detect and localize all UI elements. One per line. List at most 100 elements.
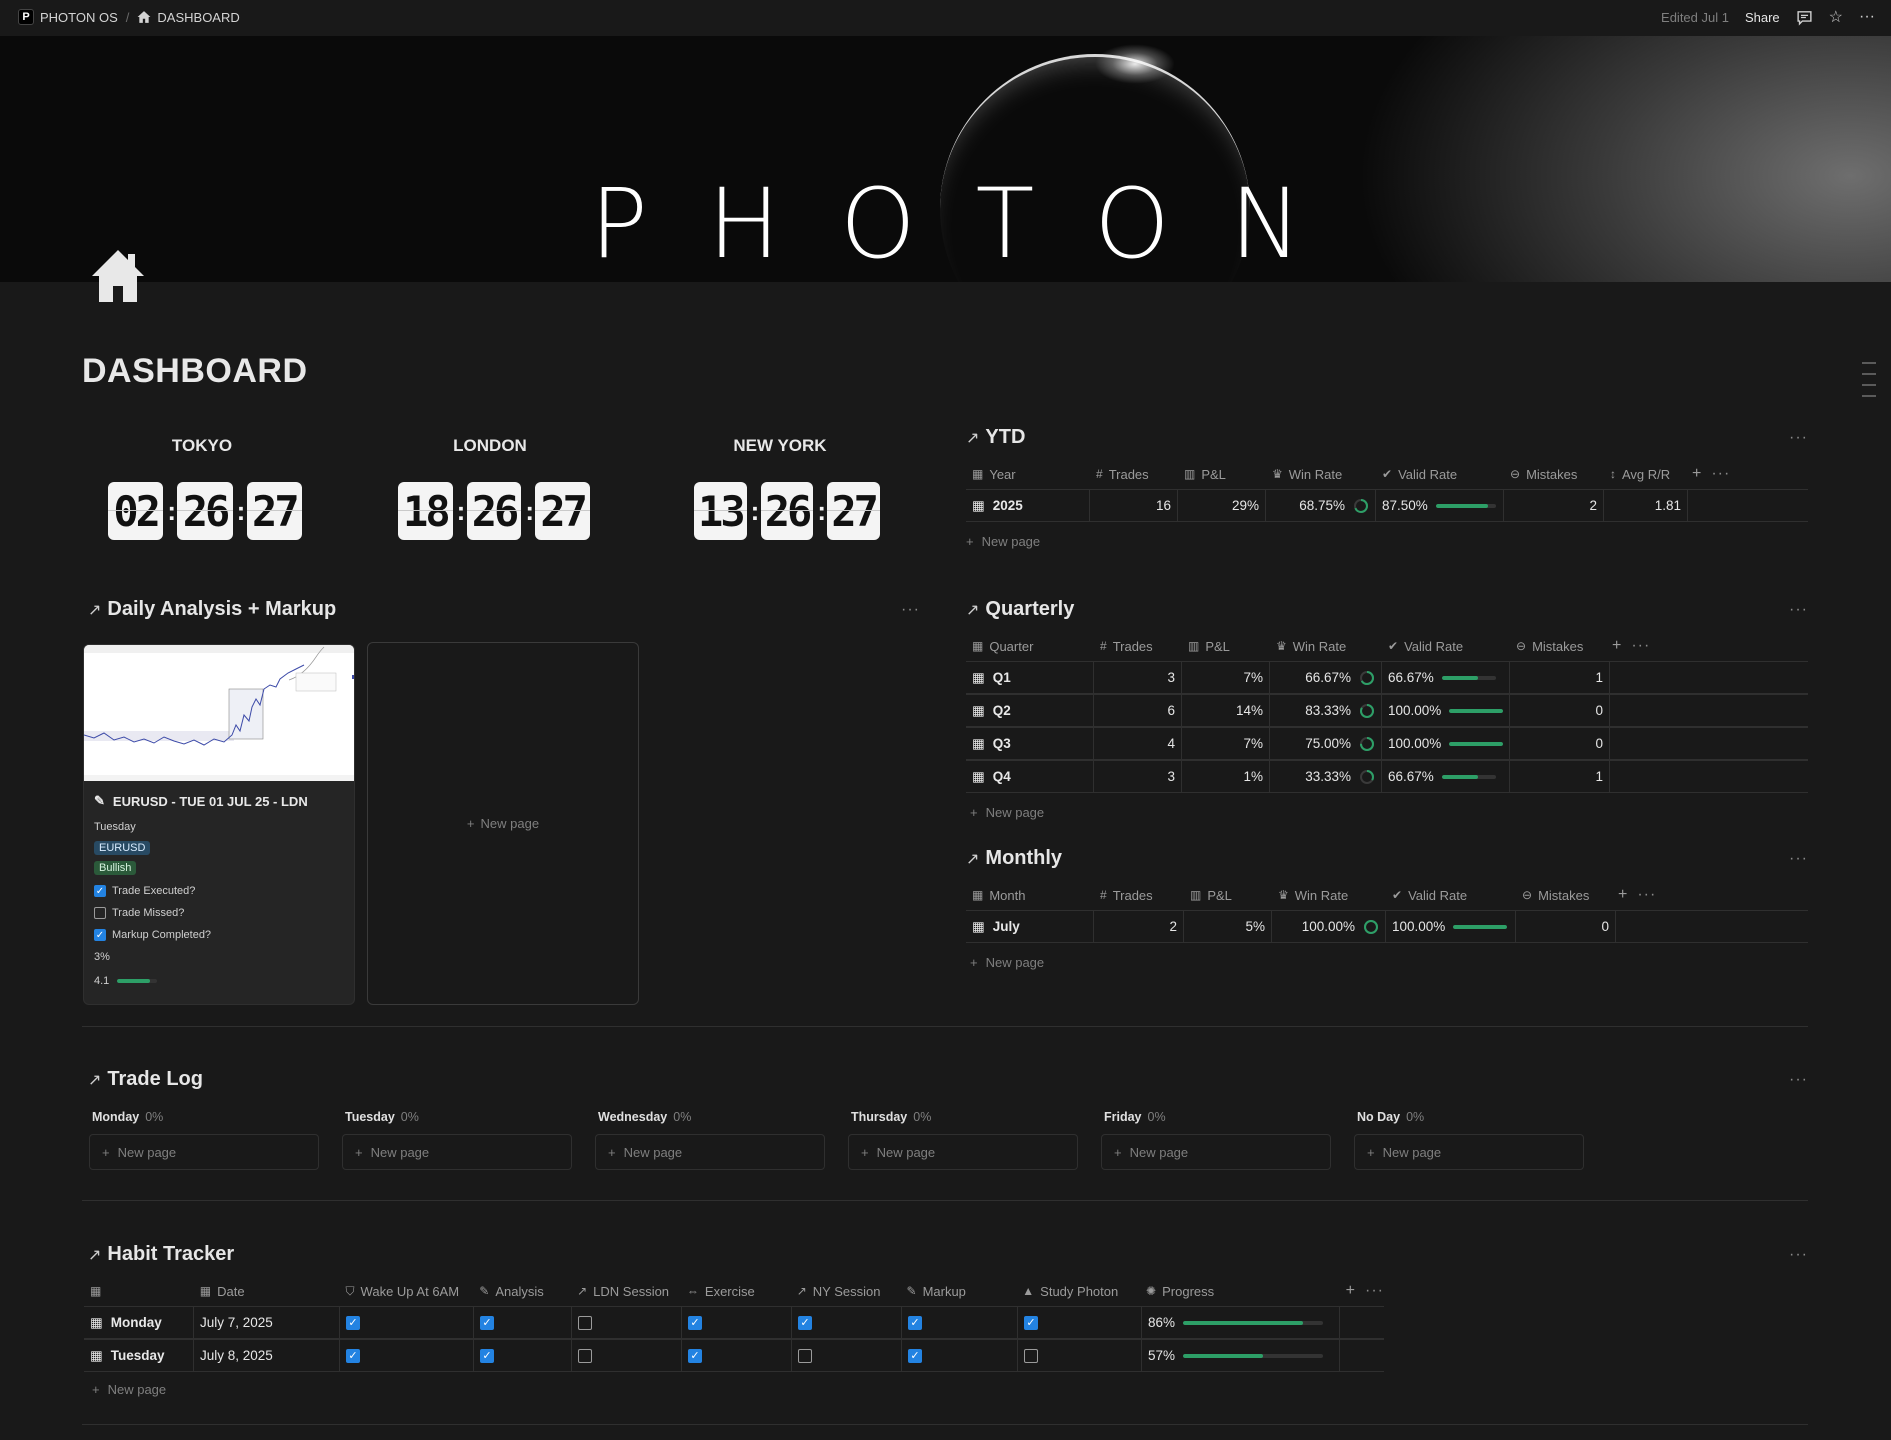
col-header[interactable]: ♛ Win Rate xyxy=(1270,639,1382,654)
breadcrumb-workspace[interactable]: P PHOTON OS xyxy=(18,9,118,25)
col-header[interactable]: ✔ Valid Rate xyxy=(1376,467,1504,482)
checkbox-checked-icon[interactable]: ✓ xyxy=(908,1348,922,1363)
add-column-icon[interactable]: + xyxy=(1612,637,1621,655)
col-header[interactable]: ▦ Quarter xyxy=(966,639,1094,654)
col-header[interactable]: ✎ Analysis xyxy=(473,1284,571,1299)
monthly-title[interactable]: ↗ Monthly xyxy=(966,847,1062,870)
habit-checkbox-cell[interactable]: ✓ xyxy=(792,1307,902,1338)
col-header[interactable]: ✔ Valid Rate xyxy=(1386,888,1516,903)
checkbox-unchecked-icon[interactable] xyxy=(798,1348,812,1363)
checkbox-unchecked-icon[interactable] xyxy=(578,1348,592,1363)
table-options-icon[interactable]: ··· xyxy=(1365,1282,1384,1300)
col-header[interactable]: ✎ Markup xyxy=(901,1284,1017,1299)
col-header[interactable]: ⊖ Mistakes xyxy=(1504,467,1604,482)
table-row[interactable]: ▦ Q3 4 7% 75.00% 100.00% 0 xyxy=(966,727,1808,760)
habit-checkbox-cell[interactable]: ✓ xyxy=(902,1307,1018,1338)
col-header[interactable]: # Trades xyxy=(1094,639,1182,654)
new-card-button[interactable]: + New page xyxy=(367,642,639,1005)
col-header[interactable]: ▥ P&L xyxy=(1184,888,1272,903)
col-header[interactable]: ↗ NY Session xyxy=(791,1284,901,1299)
col-header[interactable]: ▥ P&L xyxy=(1182,639,1270,654)
table-row[interactable]: ▦ Monday July 7, 2025 ✓ ✓ ✓ ✓ ✓ ✓ 86% xyxy=(84,1306,1384,1339)
new-page-button[interactable]: + New page xyxy=(1101,1134,1331,1170)
monthly-more-icon[interactable]: ··· xyxy=(1789,850,1808,868)
habit-checkbox-cell[interactable]: ✓ xyxy=(902,1340,1018,1371)
ytd-title[interactable]: ↗ YTD xyxy=(966,426,1025,449)
habit-more-icon[interactable]: ··· xyxy=(1789,1246,1808,1264)
gallery-card[interactable]: ✎ EURUSD - TUE 01 JUL 25 - LDN Tuesday E… xyxy=(83,644,355,1005)
habit-checkbox-cell[interactable] xyxy=(572,1307,682,1338)
checkbox-unchecked-icon[interactable] xyxy=(1024,1348,1038,1363)
new-page-button[interactable]: + New page xyxy=(970,805,1808,820)
habit-checkbox-cell[interactable]: ✓ xyxy=(340,1307,474,1338)
col-header[interactable]: ↕ Avg R/R xyxy=(1604,467,1688,482)
tradelog-more-icon[interactable]: ··· xyxy=(1789,1071,1808,1089)
col-header[interactable]: ♛ Win Rate xyxy=(1266,467,1376,482)
checkbox-checked-icon[interactable]: ✓ xyxy=(1024,1315,1038,1330)
quarterly-more-icon[interactable]: ··· xyxy=(1789,601,1808,619)
habit-checkbox-cell[interactable]: ✓ xyxy=(474,1307,572,1338)
table-row[interactable]: ▦ July 2 5% 100.00% 100.00% 0 xyxy=(966,910,1808,943)
new-page-button[interactable]: + New page xyxy=(970,955,1808,970)
col-header[interactable]: ✺ Progress xyxy=(1140,1284,1338,1299)
new-page-button[interactable]: + New page xyxy=(966,534,1808,549)
checkbox-checked-icon[interactable]: ✓ xyxy=(908,1315,922,1330)
board-column-header[interactable]: Wednesday 0% xyxy=(595,1110,848,1124)
daily-title[interactable]: ↗ Daily Analysis + Markup xyxy=(88,598,336,621)
col-header[interactable]: ▥ P&L xyxy=(1178,467,1266,482)
checkbox-checked-icon[interactable]: ✓ xyxy=(480,1348,494,1363)
habit-checkbox-cell[interactable]: ✓ xyxy=(474,1340,572,1371)
col-header[interactable]: ⊖ Mistakes xyxy=(1516,888,1616,903)
quarterly-title[interactable]: ↗ Quarterly xyxy=(966,598,1074,621)
habit-checkbox-cell[interactable]: ✓ xyxy=(682,1307,792,1338)
col-header[interactable]: ⇔ Exercise xyxy=(681,1284,791,1299)
table-row[interactable]: ▦ Q1 3 7% 66.67% 66.67% 1 xyxy=(966,661,1808,694)
checkbox-trade-executed[interactable]: ✓ Trade Executed? xyxy=(94,885,344,897)
share-button[interactable]: Share xyxy=(1745,10,1780,25)
ytd-more-icon[interactable]: ··· xyxy=(1789,429,1808,447)
checkbox-checked-icon[interactable]: ✓ xyxy=(346,1315,360,1330)
habit-checkbox-cell[interactable] xyxy=(572,1340,682,1371)
table-row[interactable]: ▦ Tuesday July 8, 2025 ✓ ✓ ✓ ✓ 57% xyxy=(84,1339,1384,1372)
new-page-button[interactable]: + New page xyxy=(848,1134,1078,1170)
comment-icon[interactable] xyxy=(1796,9,1813,26)
board-column-header[interactable]: Monday 0% xyxy=(89,1110,342,1124)
col-header[interactable]: # Trades xyxy=(1094,888,1184,903)
col-header[interactable]: ✔ Valid Rate xyxy=(1382,639,1510,654)
add-column-icon[interactable]: + xyxy=(1692,465,1701,483)
table-row[interactable]: ▦ Q2 6 14% 83.33% 100.00% 0 xyxy=(966,694,1808,727)
checkbox-trade-missed[interactable]: Trade Missed? xyxy=(94,907,344,919)
checkbox-unchecked-icon[interactable] xyxy=(578,1315,592,1330)
habit-checkbox-cell[interactable]: ✓ xyxy=(340,1340,474,1371)
checkbox-markup-completed[interactable]: ✓ Markup Completed? xyxy=(94,929,344,941)
checkbox-checked-icon[interactable]: ✓ xyxy=(480,1315,494,1330)
tradelog-title[interactable]: ↗ Trade Log xyxy=(88,1068,203,1091)
breadcrumb-page[interactable]: DASHBOARD xyxy=(137,10,240,25)
checkbox-checked-icon[interactable]: ✓ xyxy=(688,1348,702,1363)
star-icon[interactable]: ☆ xyxy=(1829,7,1843,27)
new-page-button[interactable]: + New page xyxy=(1354,1134,1584,1170)
outline-indicator[interactable] xyxy=(1862,362,1876,406)
table-row[interactable]: ▦ 2025 16 29% 68.75% 87.50% 2 1.81 xyxy=(966,489,1808,522)
col-header[interactable]: ♛ Win Rate xyxy=(1272,888,1386,903)
new-page-button[interactable]: + New page xyxy=(342,1134,572,1170)
col-header[interactable]: ▦ xyxy=(84,1284,194,1298)
more-options-icon[interactable]: ··· xyxy=(1859,8,1875,26)
table-options-icon[interactable]: ··· xyxy=(1637,886,1656,904)
new-page-button[interactable]: + New page xyxy=(92,1382,1384,1397)
board-column-header[interactable]: No Day 0% xyxy=(1354,1110,1607,1124)
col-header[interactable]: ▲ Study Photon xyxy=(1016,1284,1140,1299)
habit-checkbox-cell[interactable] xyxy=(792,1340,902,1371)
habit-checkbox-cell[interactable]: ✓ xyxy=(682,1340,792,1371)
habit-title[interactable]: ↗ Habit Tracker xyxy=(88,1243,234,1266)
col-header[interactable]: ⊖ Mistakes xyxy=(1510,639,1610,654)
new-page-button[interactable]: + New page xyxy=(89,1134,319,1170)
checkbox-checked-icon[interactable]: ✓ xyxy=(688,1315,702,1330)
board-column-header[interactable]: Friday 0% xyxy=(1101,1110,1354,1124)
table-options-icon[interactable]: ··· xyxy=(1711,465,1730,483)
col-header[interactable]: ▦ Year xyxy=(966,467,1090,482)
daily-more-icon[interactable]: ··· xyxy=(901,601,920,619)
table-row[interactable]: ▦ Q4 3 1% 33.33% 66.67% 1 xyxy=(966,760,1808,793)
col-header[interactable]: ▦ Date xyxy=(194,1284,340,1299)
habit-checkbox-cell[interactable] xyxy=(1018,1340,1142,1371)
